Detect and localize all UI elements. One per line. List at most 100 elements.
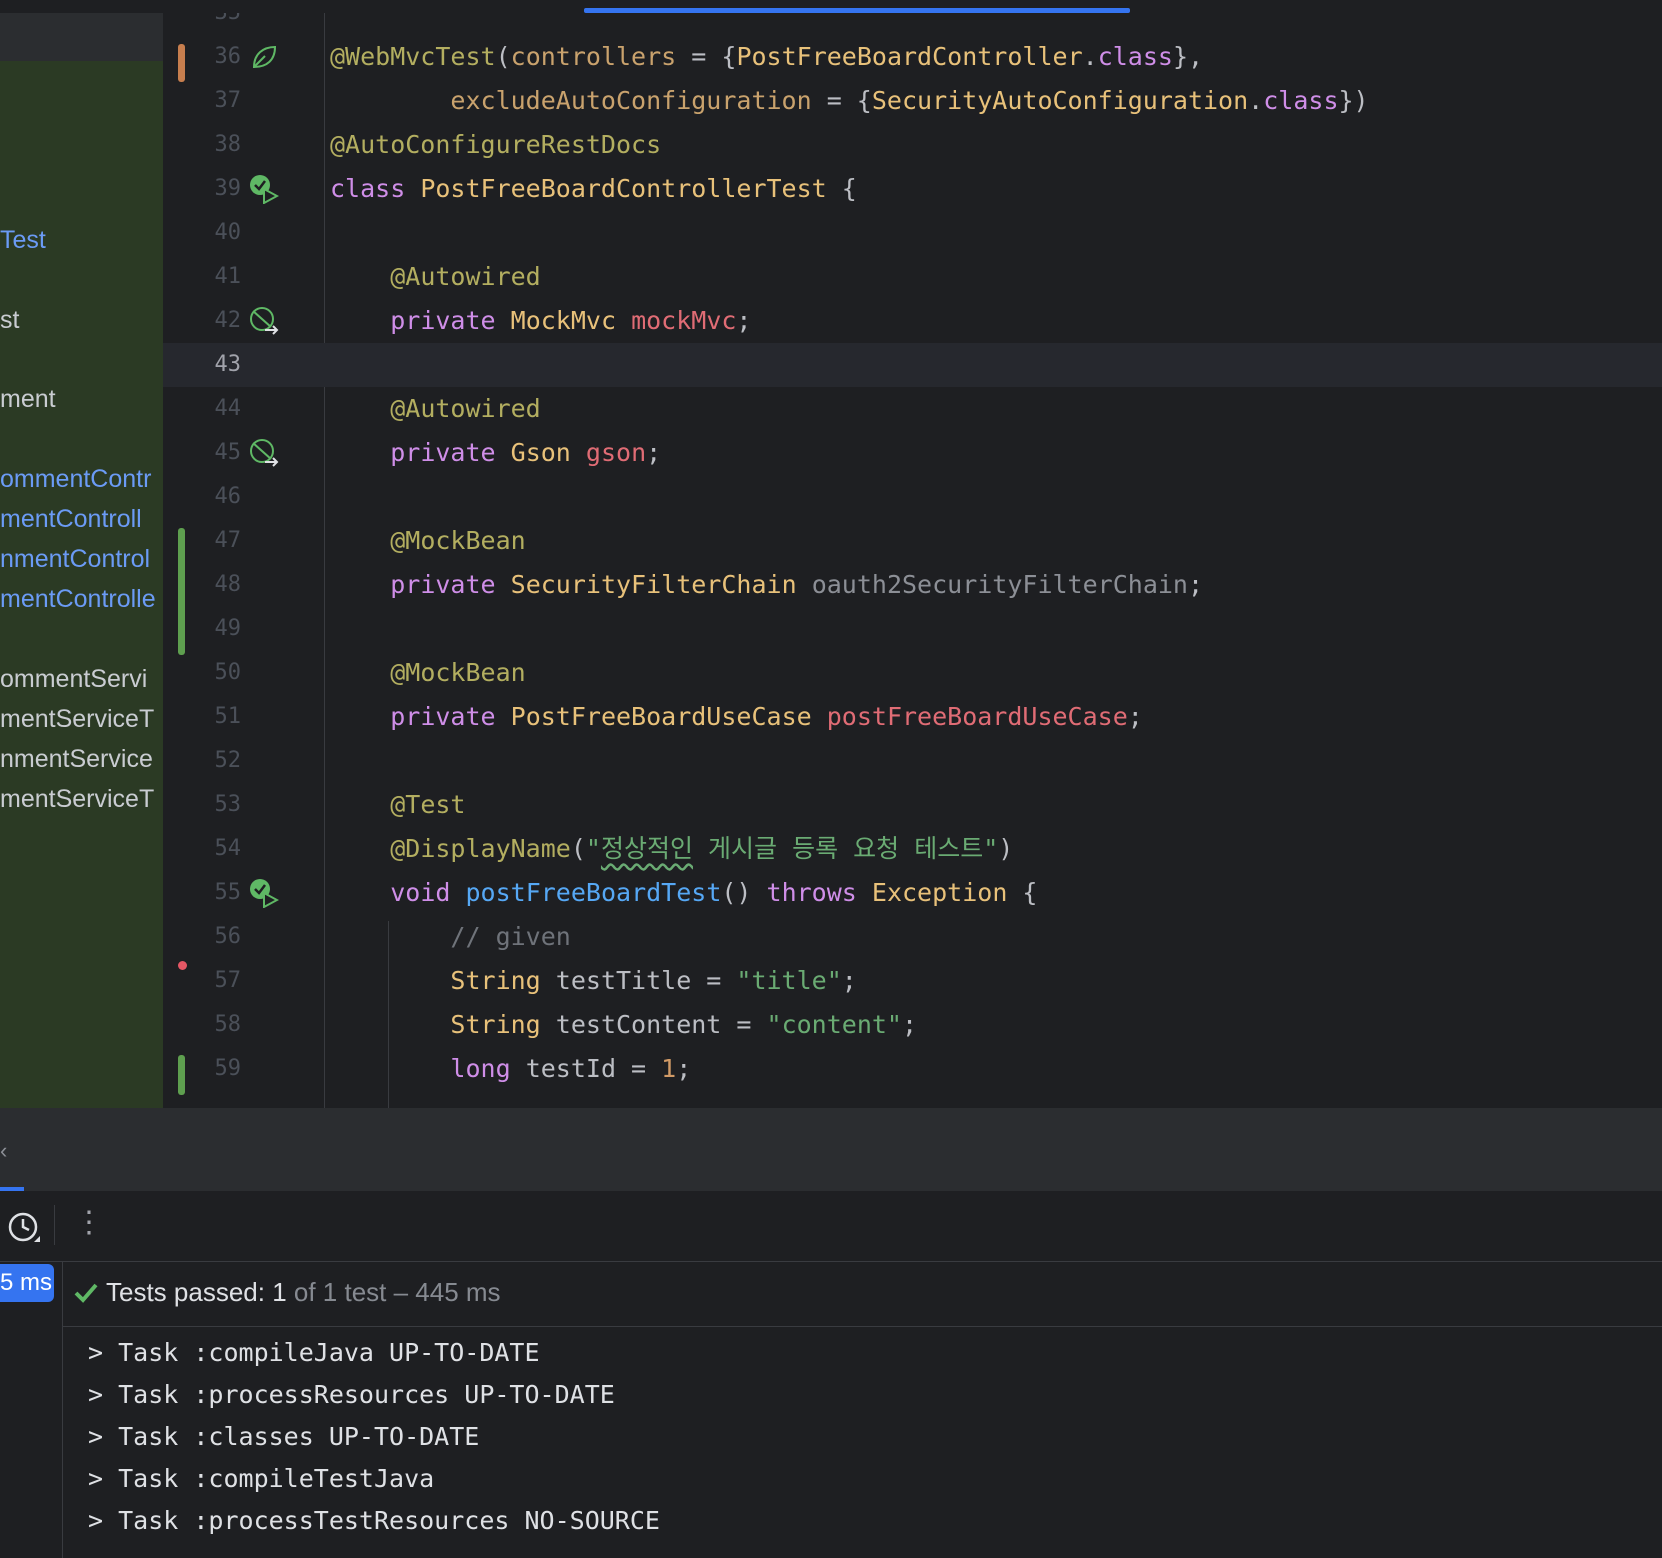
code-line[interactable]: 35 <box>163 13 1662 35</box>
annotation: @WebMvcTest <box>330 42 496 71</box>
code-text: private MockMvc mockMvc; <box>330 299 751 343</box>
code-line[interactable]: 47 @MockBean <box>163 519 1662 563</box>
variable: testContent = <box>540 1010 767 1039</box>
tree-item[interactable]: mentControlle <box>0 584 156 614</box>
string: "title" <box>736 966 842 995</box>
code-text: @MockBean <box>330 519 526 563</box>
code-line-current[interactable]: 43 <box>163 343 1662 387</box>
code-line[interactable]: 55 void postFreeBoardTest() throws Excep… <box>163 871 1662 915</box>
collapse-chevron-icon[interactable]: ‹ <box>0 1138 7 1164</box>
code-line[interactable]: 59 long testId = 1; <box>163 1047 1662 1091</box>
tree-item[interactable]: mentServiceT <box>0 784 154 814</box>
type-name: Gson <box>510 438 571 467</box>
line-number: 47 <box>214 528 242 553</box>
punct: }) <box>1338 86 1369 115</box>
code-line[interactable]: 39 class PostFreeBoardControllerTest { <box>163 167 1662 211</box>
code-text: @Autowired <box>330 387 541 431</box>
annotation: @AutoConfigureRestDocs <box>330 130 662 159</box>
type-name: String <box>450 1010 541 1039</box>
punct: ; <box>736 306 752 335</box>
console-line: > Task :compileJava UP-TO-DATE <box>88 1338 540 1367</box>
code-text: excludeAutoConfiguration = {SecurityAuto… <box>330 79 1369 123</box>
code-text: @DisplayName("정상적인 게시글 등록 요청 테스트") <box>330 827 1013 871</box>
autowired-navigate-icon[interactable] <box>249 438 279 468</box>
punct: ; <box>1127 702 1143 731</box>
type-name: SecurityAutoConfiguration <box>871 86 1249 115</box>
tests-summary: of 1 test – 445 ms <box>286 1277 501 1307</box>
project-tree-header <box>0 13 163 61</box>
code-line[interactable]: 57 String testTitle = "title"; <box>163 959 1662 1003</box>
code-text: private Gson gson; <box>330 431 661 475</box>
code-line[interactable]: 56 // given <box>163 915 1662 959</box>
code-line[interactable]: 37 excludeAutoConfiguration = {SecurityA… <box>163 79 1662 123</box>
code-line[interactable]: 44 @Autowired <box>163 387 1662 431</box>
variable: testId = <box>510 1054 662 1083</box>
code-line[interactable]: 40 <box>163 211 1662 255</box>
test-duration-label: 5 ms <box>0 1269 53 1296</box>
tree-item[interactable]: nmentService <box>0 744 153 774</box>
keyword: private <box>390 306 496 335</box>
code-line[interactable]: 52 <box>163 739 1662 783</box>
run-test-passed-icon[interactable] <box>249 878 279 908</box>
line-number: 49 <box>214 616 242 641</box>
tree-item[interactable]: ment <box>0 384 56 414</box>
code-line[interactable]: 36 @WebMvcTest(controllers = {PostFreeBo… <box>163 35 1662 79</box>
tree-item[interactable]: st <box>0 305 19 335</box>
more-options-button[interactable]: ⋮ <box>74 1201 104 1245</box>
check-icon <box>74 1283 98 1303</box>
code-line[interactable]: 46 <box>163 475 1662 519</box>
type-name: SecurityFilterChain <box>510 570 797 599</box>
tree-item[interactable]: ommentContr <box>0 464 151 494</box>
line-number: 41 <box>214 264 242 289</box>
code-text: String testContent = "content"; <box>330 1003 917 1047</box>
punct: ( <box>570 834 586 863</box>
punct: { <box>841 174 857 203</box>
code-editor[interactable]: 35 36 @WebMvcTest(controllers = {PostFre… <box>163 13 1662 1108</box>
annotation: @MockBean <box>390 526 526 555</box>
line-number: 40 <box>214 220 242 245</box>
line-number: 35 <box>163 13 242 35</box>
spring-bean-icon[interactable] <box>249 42 279 72</box>
code-text: String testTitle = "title"; <box>330 959 856 1003</box>
annotation: @MockBean <box>390 658 526 687</box>
autowired-navigate-icon[interactable] <box>249 306 279 336</box>
code-line[interactable]: 49 <box>163 607 1662 651</box>
punct: = { <box>811 86 872 115</box>
tree-item[interactable]: ommentServi <box>0 664 147 694</box>
code-line[interactable]: 50 @MockBean <box>163 651 1662 695</box>
code-line[interactable]: 41 @Autowired <box>163 255 1662 299</box>
code-line[interactable]: 54 @DisplayName("정상적인 게시글 등록 요청 테스트") <box>163 827 1662 871</box>
tree-item[interactable]: mentServiceT <box>0 704 154 734</box>
history-icon[interactable] <box>4 1208 42 1246</box>
type-name: String <box>450 966 541 995</box>
keyword: private <box>390 438 496 467</box>
code-text: void postFreeBoardTest() throws Exceptio… <box>330 871 1037 915</box>
code-line[interactable]: 58 String testContent = "content"; <box>163 1003 1662 1047</box>
line-number: 42 <box>214 308 242 333</box>
string: "content" <box>766 1010 902 1039</box>
line-number: 55 <box>214 880 242 905</box>
run-console[interactable]: Tests passed: 1 of 1 test – 445 ms > Tas… <box>63 1262 1662 1558</box>
code-line[interactable]: 45 private Gson gson; <box>163 431 1662 475</box>
keyword: void <box>390 878 451 907</box>
run-test-passed-icon[interactable] <box>249 174 279 204</box>
code-line[interactable]: 53 @Test <box>163 783 1662 827</box>
keyword: throws <box>766 878 857 907</box>
code-line[interactable]: 42 private MockMvc mockMvc; <box>163 299 1662 343</box>
tree-item[interactable]: nmentControl <box>0 544 150 574</box>
code-line[interactable]: 38 @AutoConfigureRestDocs <box>163 123 1662 167</box>
test-duration-badge[interactable]: 5 ms <box>0 1264 54 1302</box>
code-line[interactable]: 51 private PostFreeBoardUseCase postFree… <box>163 695 1662 739</box>
code-line[interactable]: 48 private SecurityFilterChain oauth2Sec… <box>163 563 1662 607</box>
annotation-param: excludeAutoConfiguration <box>450 86 812 115</box>
tree-item[interactable]: Test <box>0 225 46 255</box>
tree-item[interactable]: mentControll <box>0 504 142 534</box>
